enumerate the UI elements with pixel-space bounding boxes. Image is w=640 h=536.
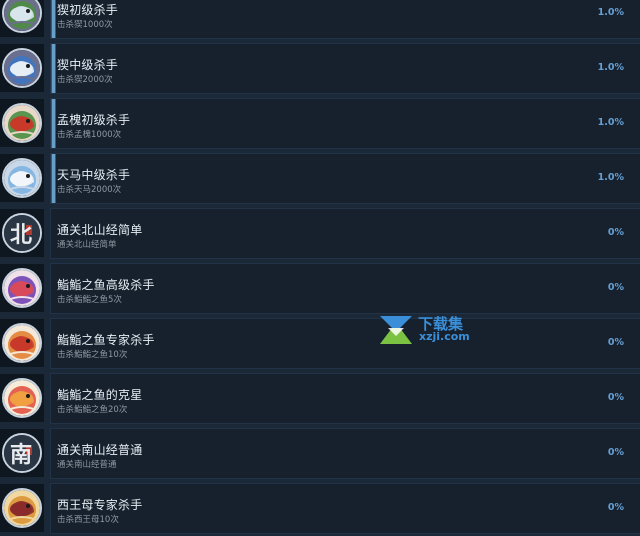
red-fish-beast-icon xyxy=(2,378,42,418)
download-arrow-logo-icon xyxy=(380,316,412,344)
achievement-icon-frame xyxy=(0,264,44,312)
achievement-row-9[interactable]: 南 通关南山经普通 通关南山经普通 0% xyxy=(0,428,640,479)
progress-fill xyxy=(51,0,57,38)
achievement-row-2[interactable]: 猰中级杀手 击杀猰2000次 1.0% xyxy=(0,43,640,94)
achievement-row-7[interactable]: 鮨鮨之鱼专家杀手 击杀鮨鮨之鱼10次 0% xyxy=(0,318,640,369)
red-beast-icon xyxy=(2,103,42,143)
achievement-description: 击杀鮨鮨之鱼5次 xyxy=(57,295,122,305)
achievement-description: 击杀鮨鮨之鱼10次 xyxy=(57,350,128,360)
gray-beast-icon xyxy=(2,0,42,33)
progress-fill xyxy=(51,154,57,203)
achievement-row-6[interactable]: 鮨鮨之鱼高级杀手 击杀鮨鮨之鱼5次 0% xyxy=(0,263,640,314)
bei-calligraphy-icon: 北 xyxy=(2,213,42,253)
achievement-card: 鮨鮨之鱼高级杀手 击杀鮨鮨之鱼5次 0% xyxy=(50,263,640,314)
orange-fish-beast-icon xyxy=(2,323,42,363)
achievement-icon-frame xyxy=(0,154,44,202)
unlock-percent: 0% xyxy=(607,337,624,348)
progress-fill xyxy=(51,44,57,93)
achievement-name: 孟槐初级杀手 xyxy=(57,113,131,127)
unlock-percent: 1.0% xyxy=(597,7,624,18)
nan-calligraphy-icon: 南 xyxy=(2,433,42,473)
unlock-percent: 0% xyxy=(607,227,624,238)
achievement-description: 击杀天马2000次 xyxy=(57,185,122,195)
achievement-icon-frame xyxy=(0,44,44,92)
achievement-card: 鮨鮨之鱼的克星 击杀鮨鮨之鱼20次 0% xyxy=(50,373,640,424)
unlock-percent: 0% xyxy=(607,282,624,293)
unlock-percent: 1.0% xyxy=(597,117,624,128)
achievement-row-8[interactable]: 鮨鮨之鱼的克星 击杀鮨鮨之鱼20次 0% xyxy=(0,373,640,424)
white-horse-icon xyxy=(2,158,42,198)
achievement-row-3[interactable]: 孟槐初级杀手 击杀孟槐1000次 1.0% xyxy=(0,98,640,149)
watermark: 下载集 xzji.com xyxy=(378,314,478,346)
achievement-icon-frame xyxy=(0,319,44,367)
achievement-description: 击杀鮨鮨之鱼20次 xyxy=(57,405,128,415)
achievement-name: 西王母专家杀手 xyxy=(57,498,143,512)
achievement-description: 通关南山经普通 xyxy=(57,460,117,470)
achievement-name: 鮨鮨之鱼的克星 xyxy=(57,388,143,402)
unlock-percent: 0% xyxy=(607,502,624,513)
achievement-card: 西王母专家杀手 击杀西王母10次 0% xyxy=(50,483,640,534)
achievement-page: 猰初级杀手 击杀猰1000次 1.0% 猰中级杀手 击杀猰2000次 1.0% … xyxy=(0,0,640,536)
achievement-icon-frame xyxy=(0,374,44,422)
achievement-name: 猰中级杀手 xyxy=(57,58,119,72)
icon-glyph: 南 xyxy=(10,442,32,468)
achievement-name: 通关北山经简单 xyxy=(57,223,143,237)
achievement-name: 天马中级杀手 xyxy=(57,168,131,182)
achievement-icon-frame: 南 xyxy=(0,429,44,477)
unlock-percent: 0% xyxy=(607,447,624,458)
gray-beast-icon xyxy=(2,48,42,88)
achievement-card: 猰初级杀手 击杀猰1000次 1.0% xyxy=(50,0,640,39)
achievement-list: 猰初级杀手 击杀猰1000次 1.0% 猰中级杀手 击杀猰2000次 1.0% … xyxy=(0,0,640,536)
achievement-description: 击杀孟槐1000次 xyxy=(57,130,122,140)
achievement-row-4[interactable]: 天马中级杀手 击杀天马2000次 1.0% xyxy=(0,153,640,204)
achievement-name: 通关南山经普通 xyxy=(57,443,143,457)
achievement-row-5[interactable]: 北 通关北山经简单 通关北山经简单 0% xyxy=(0,208,640,259)
achievement-description: 击杀西王母10次 xyxy=(57,515,119,525)
purple-fish-beast-icon xyxy=(2,268,42,308)
achievement-card: 天马中级杀手 击杀天马2000次 1.0% xyxy=(50,153,640,204)
achievement-card: 通关南山经普通 通关南山经普通 0% xyxy=(50,428,640,479)
achievement-card: 孟槐初级杀手 击杀孟槐1000次 1.0% xyxy=(50,98,640,149)
achievement-name: 鮨鮨之鱼高级杀手 xyxy=(57,278,155,292)
icon-glyph: 北 xyxy=(10,222,32,248)
achievement-description: 通关北山经简单 xyxy=(57,240,117,250)
achievement-name: 猰初级杀手 xyxy=(57,3,119,17)
achievement-card: 通关北山经简单 通关北山经简单 0% xyxy=(50,208,640,259)
unlock-percent: 0% xyxy=(607,392,624,403)
achievement-row-1[interactable]: 猰初级杀手 击杀猰1000次 1.0% xyxy=(0,0,640,39)
achievement-description: 击杀猰2000次 xyxy=(57,75,113,85)
achievement-row-10[interactable]: 西王母专家杀手 击杀西王母10次 0% xyxy=(0,483,640,534)
unlock-percent: 1.0% xyxy=(597,172,624,183)
achievement-icon-frame xyxy=(0,484,44,532)
achievement-name: 鮨鮨之鱼专家杀手 xyxy=(57,333,155,347)
achievement-card: 鮨鮨之鱼专家杀手 击杀鮨鮨之鱼10次 0% xyxy=(50,318,640,369)
achievement-icon-frame xyxy=(0,0,44,37)
achievement-icon-frame: 北 xyxy=(0,209,44,257)
watermark-url: xzji.com xyxy=(419,330,470,343)
queen-mother-icon xyxy=(2,488,42,528)
achievement-description: 击杀猰1000次 xyxy=(57,20,113,30)
unlock-percent: 1.0% xyxy=(597,62,624,73)
progress-fill xyxy=(51,99,57,148)
achievement-icon-frame xyxy=(0,99,44,147)
achievement-card: 猰中级杀手 击杀猰2000次 1.0% xyxy=(50,43,640,94)
